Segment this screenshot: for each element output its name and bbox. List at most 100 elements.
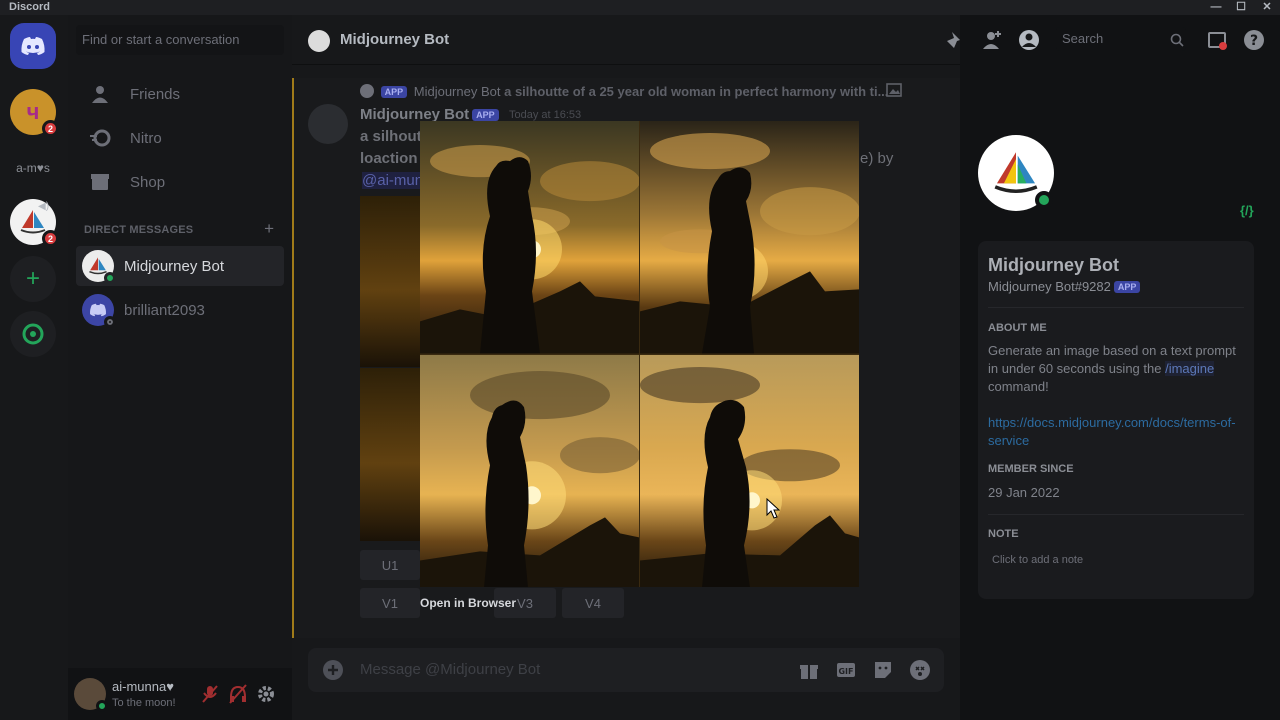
dm-item-midjourney-bot[interactable]: Midjourney Bot (76, 246, 284, 286)
mouse-cursor-icon (766, 498, 780, 519)
code-icon[interactable]: {/} (1240, 203, 1254, 218)
search-input[interactable]: Search (1056, 27, 1186, 51)
close-button[interactable]: ✕ (1257, 0, 1277, 15)
offline-status-icon (104, 316, 116, 328)
image-icon (886, 83, 902, 97)
dm-section-header: DIRECT MESSAGES (84, 224, 194, 236)
grid-image-4[interactable] (640, 354, 859, 587)
add-server-button[interactable]: + (10, 256, 56, 302)
add-friend-icon[interactable] (981, 29, 1003, 51)
profile-name: Midjourney Bot (988, 255, 1119, 275)
settings-gear-icon[interactable] (256, 684, 276, 704)
chat-title: Midjourney Bot (340, 31, 450, 48)
add-attachment-icon[interactable] (322, 659, 344, 681)
server-u[interactable]: ч 2 (10, 89, 59, 137)
nav-nitro-label: Nitro (130, 129, 162, 147)
about-text-part: command! (988, 379, 1049, 394)
image-viewer[interactable] (420, 121, 859, 587)
grid-image-1[interactable] (420, 121, 639, 354)
divider (988, 307, 1244, 308)
app-title: Discord (9, 1, 50, 13)
nav-friends[interactable]: Friends (76, 74, 284, 114)
grid-image-2[interactable] (640, 121, 859, 354)
app-tag: APP (472, 109, 499, 121)
channel-avatar (308, 30, 330, 52)
maximize-button[interactable]: ☐ (1231, 0, 1251, 15)
user-mention[interactable]: @ai-mun (362, 172, 424, 189)
variation-v4-button[interactable]: V4 (562, 588, 624, 618)
grid-image-3[interactable] (420, 354, 639, 587)
help-icon[interactable]: ? (1243, 29, 1265, 51)
friends-icon (88, 82, 112, 106)
open-in-browser-link[interactable]: Open in Browser (420, 596, 516, 610)
grid-image-preview-bottom[interactable] (360, 368, 420, 541)
user-name: ai-munna♥ (112, 679, 174, 694)
nav-nitro[interactable]: Nitro (76, 118, 284, 158)
unread-badge: 2 (42, 230, 59, 247)
online-status-icon (96, 700, 108, 712)
gif-icon[interactable]: GIF (835, 659, 857, 681)
title-bar: Discord — ☐ ✕ (0, 0, 1280, 15)
speaker-icon: ◀) (38, 201, 50, 212)
profile-avatar[interactable] (978, 135, 1054, 211)
discord-icon (89, 303, 107, 317)
inbox-icon[interactable] (1206, 29, 1228, 51)
discord-icon (21, 37, 45, 55)
message-input[interactable]: Message @Midjourney Bot (360, 661, 540, 678)
grid-image-preview-top[interactable] (360, 196, 420, 367)
message-text-line-2: loaction (360, 150, 418, 167)
home-button[interactable] (10, 23, 56, 69)
server-midjourney[interactable]: 2 (10, 199, 59, 247)
silhouette-image (420, 354, 639, 587)
imagine-command[interactable]: /imagine (1165, 361, 1215, 376)
server-a-m-label: a-m♥s (16, 161, 50, 175)
member-since-header: MEMBER SINCE (988, 463, 1074, 475)
shop-icon (88, 170, 112, 194)
silhouette-image (640, 121, 859, 354)
app-tag: APP (380, 86, 408, 98)
online-status-icon (1035, 191, 1053, 209)
silhouette-image (420, 121, 639, 354)
profile-tag-label: Midjourney Bot#9282 (988, 279, 1111, 294)
pin-icon[interactable] (944, 29, 966, 51)
mute-microphone-icon[interactable] (200, 684, 220, 704)
add-server-label: + (25, 265, 40, 292)
dm-item-label: Midjourney Bot (124, 257, 225, 275)
chat-header: Midjourney Bot Search ? (292, 15, 1264, 65)
terms-of-service-link[interactable]: https://docs.midjourney.com/docs/terms-o… (988, 414, 1248, 450)
user-avatar[interactable] (74, 678, 108, 712)
create-dm-button[interactable]: + (264, 219, 274, 239)
nav-friends-label: Friends (130, 85, 181, 103)
explore-button[interactable] (10, 311, 56, 357)
profile-card: Midjourney Bot Midjourney Bot#9282 APP AB… (978, 241, 1254, 599)
note-input[interactable]: Click to add a note (992, 551, 1252, 569)
message-composer[interactable]: Message @Midjourney Bot GIF (308, 648, 944, 692)
minimize-button[interactable]: — (1206, 0, 1226, 15)
dm-item-label: brilliant2093 (124, 301, 205, 319)
message-avatar[interactable] (308, 104, 348, 144)
gift-icon[interactable] (798, 659, 820, 681)
message-timestamp: Today at 16:53 (509, 109, 582, 121)
nav-shop[interactable]: Shop (76, 162, 284, 202)
emoji-icon[interactable] (909, 659, 931, 681)
sticker-icon[interactable] (872, 659, 894, 681)
server-u-label: ч (26, 99, 40, 124)
unread-badge: 2 (42, 120, 59, 137)
nav-shop-label: Shop (130, 173, 166, 191)
user-profile-icon[interactable] (1018, 29, 1040, 51)
online-status-icon (104, 272, 116, 284)
about-me-header: ABOUT ME (988, 322, 1047, 334)
message-text-line-2-tail: e) by (860, 150, 894, 167)
upscale-u1-button[interactable]: U1 (360, 550, 420, 580)
dm-item-brilliant2093[interactable]: brilliant2093 (76, 290, 284, 330)
reply-preview[interactable]: APP Midjourney Bot a silhoutte of a 25 y… (360, 84, 888, 99)
user-status: To the moon! (112, 697, 176, 709)
profile-tag: Midjourney Bot#9282 APP (988, 279, 1143, 294)
deafen-headphones-icon[interactable] (228, 684, 248, 704)
note-header: NOTE (988, 528, 1019, 540)
dm-search-input[interactable]: Find or start a conversation (76, 25, 284, 55)
server-a-m[interactable]: a-m♥s (10, 145, 56, 191)
variation-v1-button[interactable]: V1 (360, 588, 420, 618)
member-since-date: 29 Jan 2022 (988, 485, 1060, 500)
reply-avatar-icon (360, 84, 374, 98)
